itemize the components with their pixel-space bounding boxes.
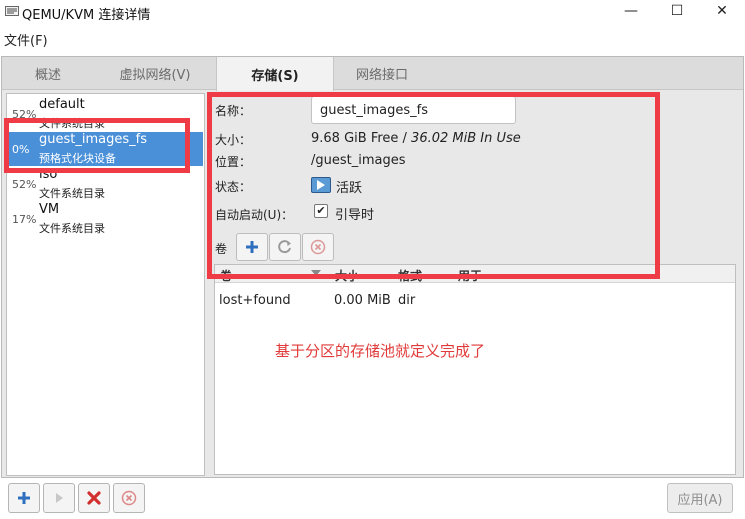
stop-icon: [121, 490, 137, 506]
stop-pool-button[interactable]: [113, 483, 145, 513]
pool-name: default: [39, 97, 85, 112]
window-title: QEMU/KVM 连接详情: [22, 8, 151, 23]
volume-format-cell: dir: [398, 293, 416, 308]
tab-overview[interactable]: 概述: [2, 57, 94, 90]
annotation-box-pool: [4, 118, 190, 173]
tab-network-interfaces[interactable]: 网络接口: [334, 57, 430, 90]
delete-pool-button[interactable]: [78, 483, 110, 513]
tab-virtual-networks[interactable]: 虚拟网络(V): [94, 57, 216, 90]
minimize-button[interactable]: —: [608, 0, 654, 22]
menu-file[interactable]: 文件(F): [4, 30, 48, 49]
volume-name-cell: lost+found: [219, 293, 291, 308]
play-icon: [56, 493, 63, 503]
add-icon: [18, 492, 30, 504]
annotation-text: 基于分区的存储池就定义完成了: [275, 342, 486, 360]
start-pool-button[interactable]: [43, 483, 75, 513]
delete-icon: [87, 491, 101, 505]
pool-type: 文件系统目录: [39, 187, 105, 200]
maximize-button[interactable]: ☐: [654, 0, 700, 22]
pool-item-vm[interactable]: 17% VM 文件系统目录: [8, 202, 203, 236]
close-button[interactable]: ✕: [699, 0, 745, 22]
app-icon: [5, 6, 19, 16]
pool-usage-percent: 17%: [12, 213, 37, 226]
volume-size-cell: 0.00 MiB: [334, 293, 391, 308]
tab-storage[interactable]: 存储(S): [216, 57, 334, 91]
menu-bar: 文件(F): [0, 26, 745, 49]
pool-type: 文件系统目录: [39, 222, 105, 235]
pool-name: VM: [39, 202, 60, 217]
pool-usage-percent: 52%: [12, 178, 37, 191]
apply-button[interactable]: 应用(A): [667, 483, 733, 513]
volume-table: 卷 大小 格式 用于 lost+found 0.00 MiB dir: [214, 264, 736, 475]
add-pool-button[interactable]: [8, 483, 40, 513]
title-bar: QEMU/KVM 连接详情 — ☐ ✕: [0, 0, 745, 24]
annotation-box-details: [207, 92, 660, 279]
tab-strip: 概述 虚拟网络(V) 存储(S) 网络接口: [2, 57, 743, 91]
